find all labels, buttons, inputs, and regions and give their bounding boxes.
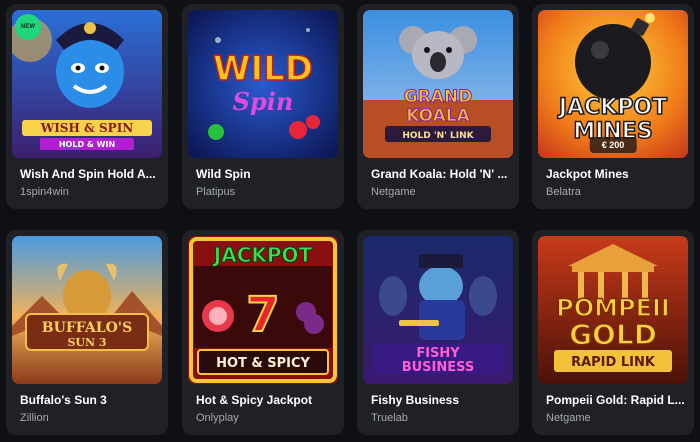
game-grid: NEW WISH & SPIN HOLD & WIN Wish And Spin…	[0, 0, 700, 442]
art-subtitle: Spin	[233, 87, 294, 116]
game-card-fishy-business[interactable]: FISHY BUSINESS Fishy Business Truelab	[357, 230, 519, 435]
game-card-jackpot-mines[interactable]: € 200 JACKPOT MINES Jackpot Mines Belatr…	[532, 4, 694, 209]
game-card-hot-spicy-jackpot[interactable]: 7 JACKPOT HOT & SPICY Hot & Spicy Jackpo…	[182, 230, 344, 435]
game-provider: Netgame	[546, 412, 591, 424]
koala-artwork: GRAND KOALA HOLD 'N' LINK	[363, 10, 513, 158]
game-provider: 1spin4win	[20, 186, 69, 198]
pompeii-artwork: POMPEII GOLD RAPID LINK	[538, 236, 688, 384]
art-subtitle: SUN 3	[67, 336, 106, 349]
game-thumbnail[interactable]: 7 JACKPOT HOT & SPICY	[188, 236, 338, 384]
art-title: GRAND	[404, 87, 473, 107]
game-thumbnail[interactable]: GRAND KOALA HOLD 'N' LINK	[363, 10, 513, 158]
art-subtitle: HOT & SPICY	[216, 356, 310, 371]
fishy-artwork: FISHY BUSINESS	[363, 236, 513, 384]
art-subtitle: HOLD & WIN	[59, 140, 115, 149]
game-card-wild-spin[interactable]: WILD Spin Wild Spin Platipus	[182, 4, 344, 209]
game-provider: Onlyplay	[196, 412, 239, 424]
game-card-wish-and-spin[interactable]: NEW WISH & SPIN HOLD & WIN Wish And Spin…	[6, 4, 168, 209]
wild-spin-artwork: WILD Spin	[188, 10, 338, 158]
game-thumbnail[interactable]: FISHY BUSINESS	[363, 236, 513, 384]
art-title: WILD	[213, 49, 313, 89]
art-title-line2: GOLD	[569, 318, 657, 351]
game-title[interactable]: Grand Koala: Hold 'N' ...	[371, 167, 511, 181]
art-title: BUFFALO'S	[42, 320, 132, 336]
bomb-artwork: JACKPOT MINES	[538, 10, 688, 158]
game-thumbnail[interactable]: BUFFALO'S SUN 3	[12, 236, 162, 384]
jackpot-amount-badge: € 200	[589, 137, 637, 153]
art-subtitle: HOLD 'N' LINK	[402, 131, 474, 141]
art-subtitle: RAPID LINK	[571, 355, 656, 370]
art-title: WISH & SPIN	[40, 121, 134, 135]
game-provider: Netgame	[371, 186, 416, 198]
art-subtitle: BUSINESS	[402, 360, 475, 375]
game-provider: Platipus	[196, 186, 236, 198]
art-title: FISHY	[416, 346, 460, 361]
game-card-grand-koala[interactable]: GRAND KOALA HOLD 'N' LINK Grand Koala: H…	[357, 4, 519, 209]
game-title[interactable]: Wild Spin	[196, 167, 336, 181]
game-provider: Zillion	[20, 412, 49, 424]
game-title[interactable]: Pompeii Gold: Rapid L...	[546, 393, 686, 407]
game-thumbnail[interactable]: POMPEII GOLD RAPID LINK	[538, 236, 688, 384]
art-title-line2: KOALA	[406, 106, 470, 126]
svg-text:7: 7	[246, 287, 279, 343]
game-card-buffalos-sun-3[interactable]: BUFFALO'S SUN 3 Buffalo's Sun 3 Zillion	[6, 230, 168, 435]
new-badge: NEW	[15, 14, 41, 40]
buffalo-artwork: BUFFALO'S SUN 3	[12, 236, 162, 384]
art-title: JACKPOT	[557, 95, 667, 120]
hot-spicy-artwork: 7 JACKPOT HOT & SPICY	[188, 236, 338, 384]
game-title[interactable]: Buffalo's Sun 3	[20, 393, 160, 407]
game-title[interactable]: Jackpot Mines	[546, 167, 686, 181]
art-title: JACKPOT	[212, 243, 313, 267]
game-title[interactable]: Wish And Spin Hold A...	[20, 167, 160, 181]
game-card-pompeii-gold[interactable]: POMPEII GOLD RAPID LINK Pompeii Gold: Ra…	[532, 230, 694, 435]
game-thumbnail[interactable]: WILD Spin	[188, 10, 338, 158]
game-provider: Belatra	[546, 186, 581, 198]
game-title[interactable]: Fishy Business	[371, 393, 511, 407]
game-thumbnail[interactable]: JACKPOT MINES	[538, 10, 688, 158]
game-title[interactable]: Hot & Spicy Jackpot	[196, 393, 336, 407]
game-provider: Truelab	[371, 412, 408, 424]
